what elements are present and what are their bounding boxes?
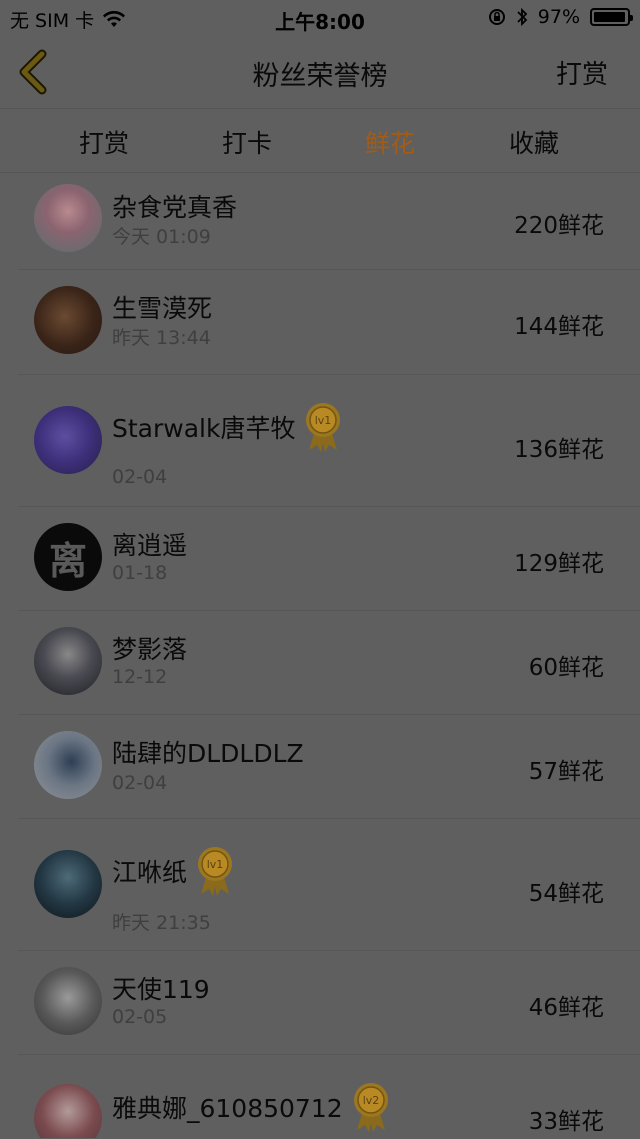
name-line: 杂食党真香 [112, 188, 237, 224]
page-title: 粉丝荣誉榜 [252, 61, 388, 92]
battery-icon [590, 8, 633, 26]
badge-label: lv1 [207, 858, 224, 871]
fan-date: 01-18 [112, 562, 168, 584]
avatar [34, 286, 102, 354]
fan-name: 杂食党真香 [112, 193, 238, 222]
name-line: 梦影落 [112, 630, 187, 666]
avatar: 离 [34, 523, 102, 591]
fan-date: 今天 01:09 [112, 226, 211, 248]
tab-flowers[interactable]: 鲜花 [330, 124, 450, 160]
list-item[interactable]: 江咻纸 lv1 昨天 21:35 54鲜花 [0, 818, 640, 951]
reward-button[interactable]: 打赏 [556, 54, 608, 91]
name-line: 江咻纸 lv1 [112, 844, 235, 898]
list-item[interactable]: 天使119 02-05 46鲜花 [0, 950, 640, 1055]
list-item[interactable]: 梦影落 12-12 60鲜花 [0, 610, 640, 715]
avatar [34, 1084, 102, 1138]
flower-count: 136鲜花 [514, 437, 604, 463]
flower-count: 60鲜花 [528, 655, 604, 681]
badge-label: lv2 [362, 1094, 379, 1107]
tab-reward[interactable]: 打赏 [44, 124, 164, 160]
avatar [34, 967, 102, 1035]
name-line: 陆肆的DLDLDLZ [112, 734, 304, 770]
avatar [34, 850, 102, 918]
fan-date: 02-04 [112, 466, 168, 488]
status-right: 97% [488, 6, 633, 28]
flower-count: 129鲜花 [514, 551, 604, 577]
list-item[interactable]: Starwalk唐芊牧 lv1 02-04 136鲜花 [0, 374, 640, 507]
list-item[interactable]: 生雪漠死 昨天 13:44 144鲜花 [0, 269, 640, 375]
tab-bar: 打赏 打卡 鲜花 收藏 [0, 108, 640, 173]
flower-count: 54鲜花 [528, 881, 604, 907]
flower-count: 33鲜花 [528, 1109, 604, 1135]
name-line: 生雪漠死 [112, 289, 212, 325]
fan-date: 12-12 [112, 666, 168, 688]
fan-name: 梦影落 [112, 635, 188, 664]
fan-date: 02-05 [112, 1006, 168, 1028]
fan-name: 江咻纸 [112, 858, 188, 887]
name-line: 天使119 [112, 970, 210, 1006]
fan-name: 生雪漠死 [112, 294, 213, 323]
fan-name: 离逍遥 [112, 531, 188, 560]
name-line: Starwalk唐芊牧 lv1 [112, 400, 343, 454]
avatar [34, 731, 102, 799]
tab-favorites[interactable]: 收藏 [474, 124, 594, 160]
badge-label: lv1 [315, 414, 332, 427]
name-line: 雅典娜_610850712 lv2 [112, 1080, 391, 1134]
fan-name: 陆肆的DLDLDLZ [112, 739, 304, 768]
bluetooth-icon [517, 7, 528, 27]
level-badge-icon: lv2 [353, 1083, 388, 1132]
avatar [34, 406, 102, 474]
status-bar: 无 SIM 卡 上午8:00 97% [0, 0, 640, 36]
list-item[interactable]: 雅典娜_610850712 lv2 33鲜花 [0, 1054, 640, 1138]
fan-date: 昨天 21:35 [112, 912, 211, 934]
level-badge-icon: lv1 [198, 847, 233, 896]
fan-name: Starwalk唐芊牧 [112, 414, 296, 443]
fan-ranking-list: 杂食党真香 今天 01:09 220鲜花 生雪漠死 昨天 13:44 144鲜花… [0, 172, 640, 1138]
orientation-lock-icon [488, 9, 505, 25]
list-item[interactable]: 杂食党真香 今天 01:09 220鲜花 [0, 172, 640, 270]
name-line: 离逍遥 [112, 526, 187, 562]
list-item[interactable]: 离 离逍遥 01-18 129鲜花 [0, 506, 640, 611]
fan-name: 天使119 [112, 975, 210, 1004]
battery-percent: 97% [537, 6, 580, 28]
flower-count: 46鲜花 [528, 995, 604, 1021]
avatar-glyph: 离 [48, 537, 87, 583]
flower-count: 144鲜花 [514, 314, 604, 340]
tab-checkin[interactable]: 打卡 [187, 124, 307, 160]
fan-date: 昨天 13:44 [112, 327, 211, 349]
fan-date: 02-04 [112, 772, 168, 794]
avatar [34, 627, 102, 695]
flower-count: 220鲜花 [514, 213, 604, 239]
navigation-bar: 粉丝荣誉榜 打赏 [0, 36, 640, 109]
fan-name: 雅典娜_610850712 [112, 1094, 343, 1123]
list-item[interactable]: 陆肆的DLDLDLZ 02-04 57鲜花 [0, 714, 640, 819]
flower-count: 57鲜花 [528, 759, 604, 785]
avatar [34, 184, 102, 252]
level-badge-icon: lv1 [306, 403, 341, 452]
